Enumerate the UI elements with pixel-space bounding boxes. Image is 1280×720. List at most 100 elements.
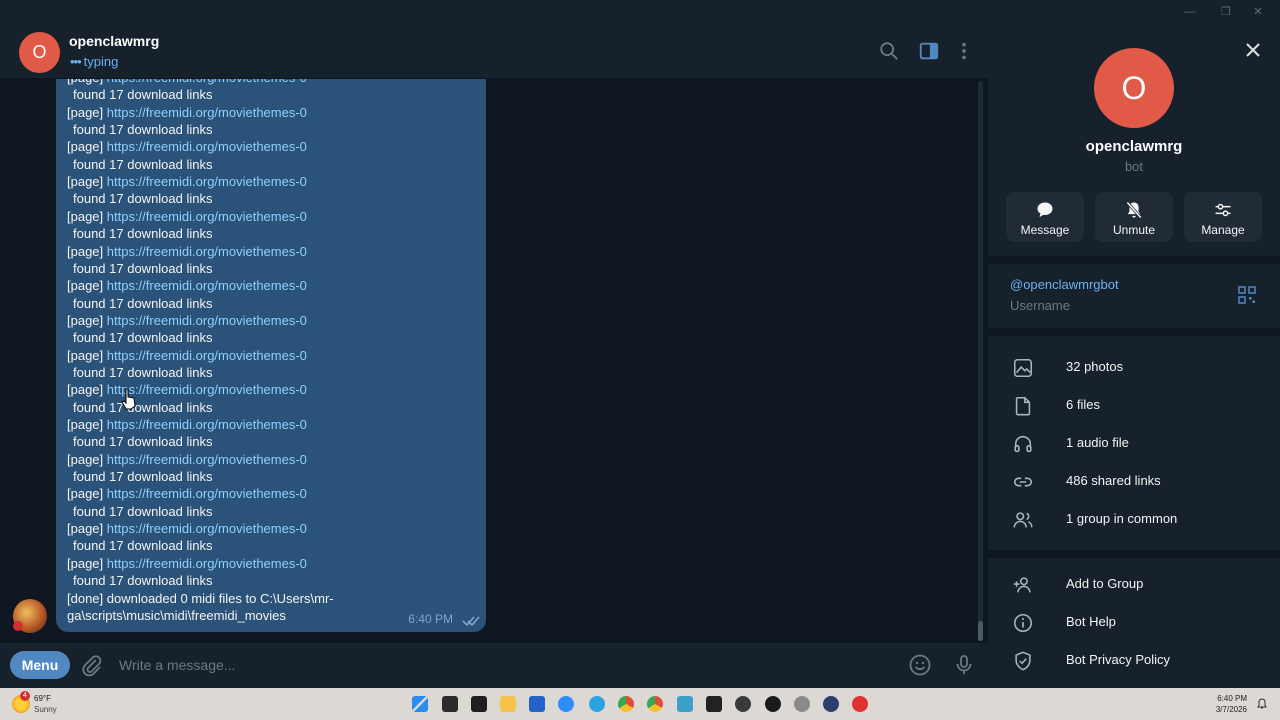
weather-badge: 4 xyxy=(20,691,30,701)
log-url-link[interactable]: https://freemidi.org/moviethemes-0 xyxy=(107,139,307,154)
media-links-row[interactable]: 486 shared links xyxy=(988,462,1280,500)
log-page-line: [page] https://freemidi.org/moviethemes-… xyxy=(67,104,307,121)
log-url-link[interactable]: https://freemidi.org/moviethemes-0 xyxy=(107,486,307,501)
log-url-link[interactable]: https://freemidi.org/moviethemes-0 xyxy=(107,452,307,467)
log-page-line: [page] https://freemidi.org/moviethemes-… xyxy=(67,381,307,398)
obs-icon[interactable] xyxy=(765,696,781,712)
profile-subtitle: bot xyxy=(1124,159,1144,174)
link-icon xyxy=(1013,477,1033,487)
unmute-button-label: Unmute xyxy=(1112,223,1156,237)
username-link[interactable]: @openclawmrgbot xyxy=(1010,277,1119,292)
scrollbar-thumb[interactable] xyxy=(978,621,983,641)
log-text-line: found 17 download links xyxy=(73,434,213,450)
terminal-icon[interactable] xyxy=(471,696,487,712)
log-url-link[interactable]: https://freemidi.org/moviethemes-0 xyxy=(107,556,307,571)
bot-help-row[interactable]: Bot Help xyxy=(988,603,1280,641)
zoom-icon[interactable] xyxy=(558,696,574,712)
chat-avatar[interactable]: O xyxy=(19,32,60,73)
sender-avatar[interactable] xyxy=(13,599,47,633)
bot-privacy-row[interactable]: Bot Privacy Policy xyxy=(988,641,1280,679)
log-url-link[interactable]: https://freemidi.org/moviethemes-0 xyxy=(107,174,307,189)
weather-condition[interactable]: Sunny xyxy=(34,705,57,714)
bot-help-label: Bot Help xyxy=(1066,614,1116,629)
add-to-group-label: Add to Group xyxy=(1066,576,1144,591)
message-list[interactable]: [page] https://freemidi.org/moviethemes-… xyxy=(0,79,988,643)
log-text-line: found 17 download links xyxy=(73,573,213,589)
hand-cursor-icon xyxy=(121,388,136,410)
log-url-link[interactable]: https://freemidi.org/moviethemes-0 xyxy=(107,417,307,432)
log-url-link[interactable]: https://freemidi.org/moviethemes-0 xyxy=(107,244,307,259)
file-explorer-icon[interactable] xyxy=(500,696,516,712)
log-url-link[interactable]: https://freemidi.org/moviethemes-0 xyxy=(107,79,307,85)
log-prefix: [page] xyxy=(67,347,107,363)
media-groups-row[interactable]: 1 group in common xyxy=(988,500,1280,538)
log-url-link[interactable]: https://freemidi.org/moviethemes-0 xyxy=(107,209,307,224)
qr-code-icon[interactable] xyxy=(1238,286,1256,304)
media-files-row[interactable]: 6 files xyxy=(988,386,1280,424)
start-icon[interactable] xyxy=(412,696,428,712)
cursor-app-icon[interactable] xyxy=(706,696,722,712)
log-url-link[interactable]: https://freemidi.org/moviethemes-0 xyxy=(107,105,307,120)
profile-name: openclawmrg xyxy=(1085,138,1183,155)
ghost-app-icon[interactable] xyxy=(735,696,751,712)
window-close-icon[interactable]: ✕ xyxy=(1251,5,1265,19)
window-titlebar: — ❐ ✕ xyxy=(0,0,1280,24)
restore-icon[interactable]: ❐ xyxy=(1219,5,1233,19)
settings-app-icon[interactable] xyxy=(794,696,810,712)
message-time: 6:40 PM xyxy=(408,612,453,626)
media-audio-row[interactable]: 1 audio file xyxy=(988,424,1280,462)
menu-button[interactable]: Menu xyxy=(10,651,70,679)
headphones-icon xyxy=(1014,435,1032,453)
paperclip-icon[interactable] xyxy=(80,653,104,677)
info-icon xyxy=(1013,613,1033,633)
emoji-icon[interactable] xyxy=(908,653,932,677)
log-page-line: [page] https://freemidi.org/moviethemes-… xyxy=(67,485,307,502)
manage-button[interactable]: Manage xyxy=(1184,192,1262,242)
telegram-icon[interactable] xyxy=(589,696,605,712)
log-text-line: found 17 download links xyxy=(73,538,213,554)
message-button[interactable]: Message xyxy=(1006,192,1084,242)
log-url-link[interactable]: https://freemidi.org/moviethemes-0 xyxy=(107,521,307,536)
sidebar-toggle-icon[interactable] xyxy=(918,40,940,62)
notification-bell-icon[interactable] xyxy=(1256,698,1268,710)
red-app-icon[interactable] xyxy=(852,696,868,712)
media-photos-row[interactable]: 32 photos xyxy=(988,348,1280,386)
close-icon[interactable] xyxy=(1244,41,1262,59)
clock-date[interactable]: 3/7/2026 xyxy=(1216,705,1247,714)
weather-temperature[interactable]: 69°F xyxy=(34,694,51,703)
log-prefix: [page] xyxy=(67,521,107,537)
log-prefix: [page] xyxy=(67,451,107,467)
scrollbar[interactable] xyxy=(978,81,983,641)
log-prefix: [page] xyxy=(67,139,107,155)
media-links-label: 486 shared links xyxy=(1066,473,1161,488)
chrome-profile-icon[interactable] xyxy=(647,696,663,712)
log-url-link[interactable]: https://freemidi.org/moviethemes-0 xyxy=(107,278,307,293)
log-text-line: found 17 download links xyxy=(73,330,213,346)
notes-icon[interactable] xyxy=(677,696,693,712)
log-prefix: [page] xyxy=(67,555,107,571)
chrome-icon[interactable] xyxy=(618,696,634,712)
log-prefix: [page] xyxy=(67,278,107,294)
unmute-button[interactable]: Unmute xyxy=(1095,192,1173,242)
username-label: Username xyxy=(1010,298,1070,313)
log-url-link[interactable]: https://freemidi.org/moviethemes-0 xyxy=(107,313,307,328)
message-input[interactable] xyxy=(119,655,879,675)
microphone-icon[interactable] xyxy=(952,653,976,677)
task-view-icon[interactable] xyxy=(442,696,458,712)
chat-title[interactable]: openclawmrg xyxy=(69,33,159,49)
vpn-icon[interactable] xyxy=(823,696,839,712)
log-text-line: found 17 download links xyxy=(73,364,213,380)
log-page-line: [page] https://freemidi.org/moviethemes-… xyxy=(67,451,307,468)
log-page-line: [page] https://freemidi.org/moviethemes-… xyxy=(67,312,307,329)
log-text-line: found 17 download links xyxy=(73,295,213,311)
sliders-icon xyxy=(1215,203,1231,217)
message-bubble[interactable]: [page] https://freemidi.org/moviethemes-… xyxy=(56,79,486,632)
log-url-link[interactable]: https://freemidi.org/moviethemes-0 xyxy=(107,348,307,363)
store-icon[interactable] xyxy=(529,696,545,712)
search-icon[interactable] xyxy=(878,40,900,62)
add-to-group-row[interactable]: Add to Group xyxy=(988,565,1280,603)
more-options-icon[interactable] xyxy=(953,40,975,62)
clock-time[interactable]: 6:40 PM xyxy=(1217,694,1247,703)
minimize-icon[interactable]: — xyxy=(1183,5,1197,19)
profile-avatar[interactable]: O xyxy=(1094,48,1174,128)
